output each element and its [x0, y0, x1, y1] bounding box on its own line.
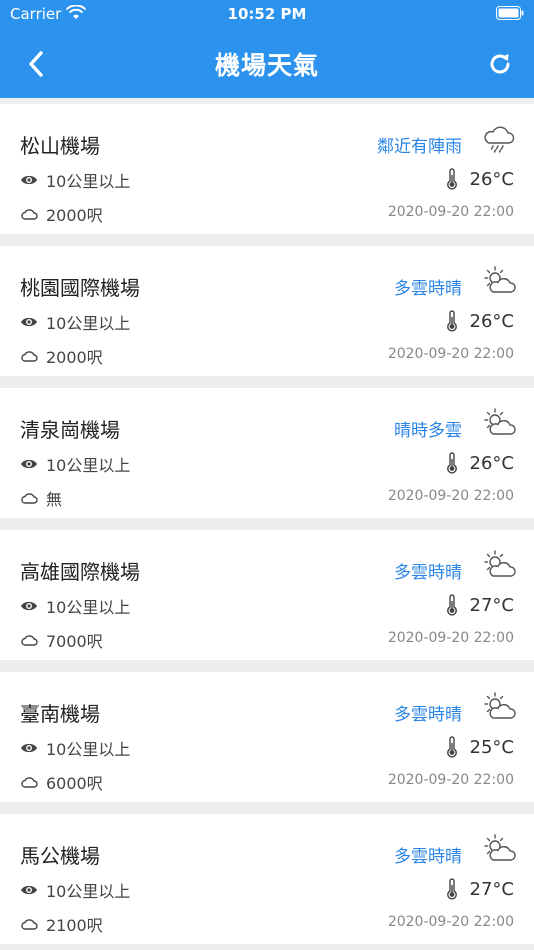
eye-icon: [21, 459, 37, 469]
ceiling-row: 2100呎: [20, 912, 103, 936]
cloud-icon: [21, 919, 38, 930]
eye-icon: [21, 175, 37, 185]
refresh-button[interactable]: [482, 46, 518, 82]
battery-icon: [496, 6, 524, 20]
temperature: 25°C: [446, 736, 514, 758]
airport-card[interactable]: 臺南機場 多雲時晴 10公里以上 6000呎 25°C 2020-09-20 22:00: [0, 672, 534, 802]
airport-name: 松山機場: [20, 134, 100, 158]
visibility-row: 10公里以上: [20, 878, 130, 902]
rain-cloud-icon: [482, 124, 516, 154]
thermometer-icon: [446, 736, 457, 758]
visibility-row: 10公里以上: [20, 594, 130, 618]
ceiling-value: 7000呎: [46, 632, 103, 651]
thermometer-icon: [446, 594, 457, 616]
airport-card[interactable]: 馬公機場 多雲時晴 10公里以上 2100呎 27°C 2020-09-20 22:00: [0, 814, 534, 944]
updated-timestamp: 2020-09-20 22:00: [387, 346, 514, 362]
temperature: 27°C: [446, 594, 514, 616]
airport-name: 馬公機場: [20, 844, 100, 868]
airport-name: 桃園國際機場: [20, 276, 140, 300]
ceiling-value: 2100呎: [46, 916, 103, 935]
nav-bar: 機場天氣: [0, 28, 534, 98]
status-time: 10:52 PM: [227, 5, 307, 23]
thermometer-icon: [446, 168, 457, 190]
airport-card[interactable]: 桃園國際機場 多雲時晴 10公里以上 2000呎 26°C 2020-09-20 22:0…: [0, 246, 534, 376]
partly-cloudy-icon: [482, 834, 516, 864]
visibility-value: 10公里以上: [46, 598, 131, 617]
visibility-row: 10公里以上: [20, 168, 130, 192]
airport-card[interactable]: 清泉崗機場 晴時多雲 10公里以上無 26°C 2020-09-20 22:00: [0, 388, 534, 518]
temperature-value: 27°C: [469, 878, 514, 900]
airport-name: 高雄國際機場: [20, 560, 140, 584]
weather-condition: 鄰近有陣雨: [377, 137, 462, 157]
visibility-value: 10公里以上: [46, 172, 131, 191]
ceiling-value: 6000呎: [46, 774, 103, 793]
weather-condition: 多雲時晴: [394, 279, 462, 299]
weather-condition: 多雲時晴: [394, 563, 462, 583]
visibility-value: 10公里以上: [46, 456, 131, 475]
partly-cloudy-icon: [482, 550, 516, 580]
eye-icon: [21, 743, 37, 753]
weather-condition: 晴時多雲: [394, 421, 462, 441]
cloud-icon: [21, 209, 38, 220]
visibility-value: 10公里以上: [46, 882, 131, 901]
airport-card[interactable]: 高雄國際機場 多雲時晴 10公里以上 7000呎 27°C 2020-09-20 22:0…: [0, 530, 534, 660]
visibility-row: 10公里以上: [20, 452, 130, 476]
partly-cloudy-icon: [482, 266, 516, 296]
weather-condition: 多雲時晴: [394, 847, 462, 867]
temperature: 26°C: [446, 310, 514, 332]
temperature-value: 26°C: [469, 168, 514, 190]
ceiling-row: 6000呎: [20, 770, 103, 794]
partly-cloudy-icon: [482, 408, 516, 438]
updated-timestamp: 2020-09-20 22:00: [387, 914, 514, 930]
thermometer-icon: [446, 878, 457, 900]
temperature-value: 26°C: [469, 452, 514, 474]
temperature: 26°C: [446, 168, 514, 190]
visibility-value: 10公里以上: [46, 740, 131, 759]
airport-card[interactable]: 松山機場 鄰近有陣雨 10公里以上 2000呎 26°C 2020-09-20 22:00: [0, 104, 534, 234]
updated-timestamp: 2020-09-20 22:00: [387, 204, 514, 220]
partly-cloudy-icon: [482, 692, 516, 722]
updated-timestamp: 2020-09-20 22:00: [387, 488, 514, 504]
cloud-icon: [21, 493, 38, 504]
thermometer-icon: [446, 452, 457, 474]
temperature-value: 27°C: [469, 594, 514, 616]
updated-timestamp: 2020-09-20 22:00: [387, 772, 514, 788]
cloud-icon: [21, 351, 38, 362]
eye-icon: [21, 317, 37, 327]
status-bar: Carrier 10:52 PM: [0, 0, 534, 28]
ceiling-value: 無: [46, 490, 63, 509]
visibility-row: 10公里以上: [20, 736, 130, 760]
refresh-icon: [490, 54, 510, 74]
ceiling-value: 2000呎: [46, 348, 103, 367]
ceiling-row: 2000呎: [20, 344, 103, 368]
thermometer-icon: [446, 310, 457, 332]
airport-name: 清泉崗機場: [20, 418, 120, 442]
page-title: 機場天氣: [214, 51, 319, 80]
cloud-icon: [21, 635, 38, 646]
temperature: 27°C: [446, 878, 514, 900]
eye-icon: [21, 885, 37, 895]
app-header: Carrier 10:52 PM 機場天氣: [0, 0, 534, 98]
updated-timestamp: 2020-09-20 22:00: [387, 630, 514, 646]
temperature-value: 26°C: [469, 310, 514, 332]
visibility-value: 10公里以上: [46, 314, 131, 333]
temperature: 26°C: [446, 452, 514, 474]
ceiling-row: 7000呎: [20, 628, 103, 652]
cloud-icon: [21, 777, 38, 788]
ceiling-row: 2000呎: [20, 202, 103, 226]
eye-icon: [21, 601, 37, 611]
temperature-value: 25°C: [469, 736, 514, 758]
airport-name: 臺南機場: [20, 702, 100, 726]
ceiling-row: 無: [20, 486, 62, 510]
weather-condition: 多雲時晴: [394, 705, 462, 725]
visibility-row: 10公里以上: [20, 310, 130, 334]
ceiling-value: 2000呎: [46, 206, 103, 225]
